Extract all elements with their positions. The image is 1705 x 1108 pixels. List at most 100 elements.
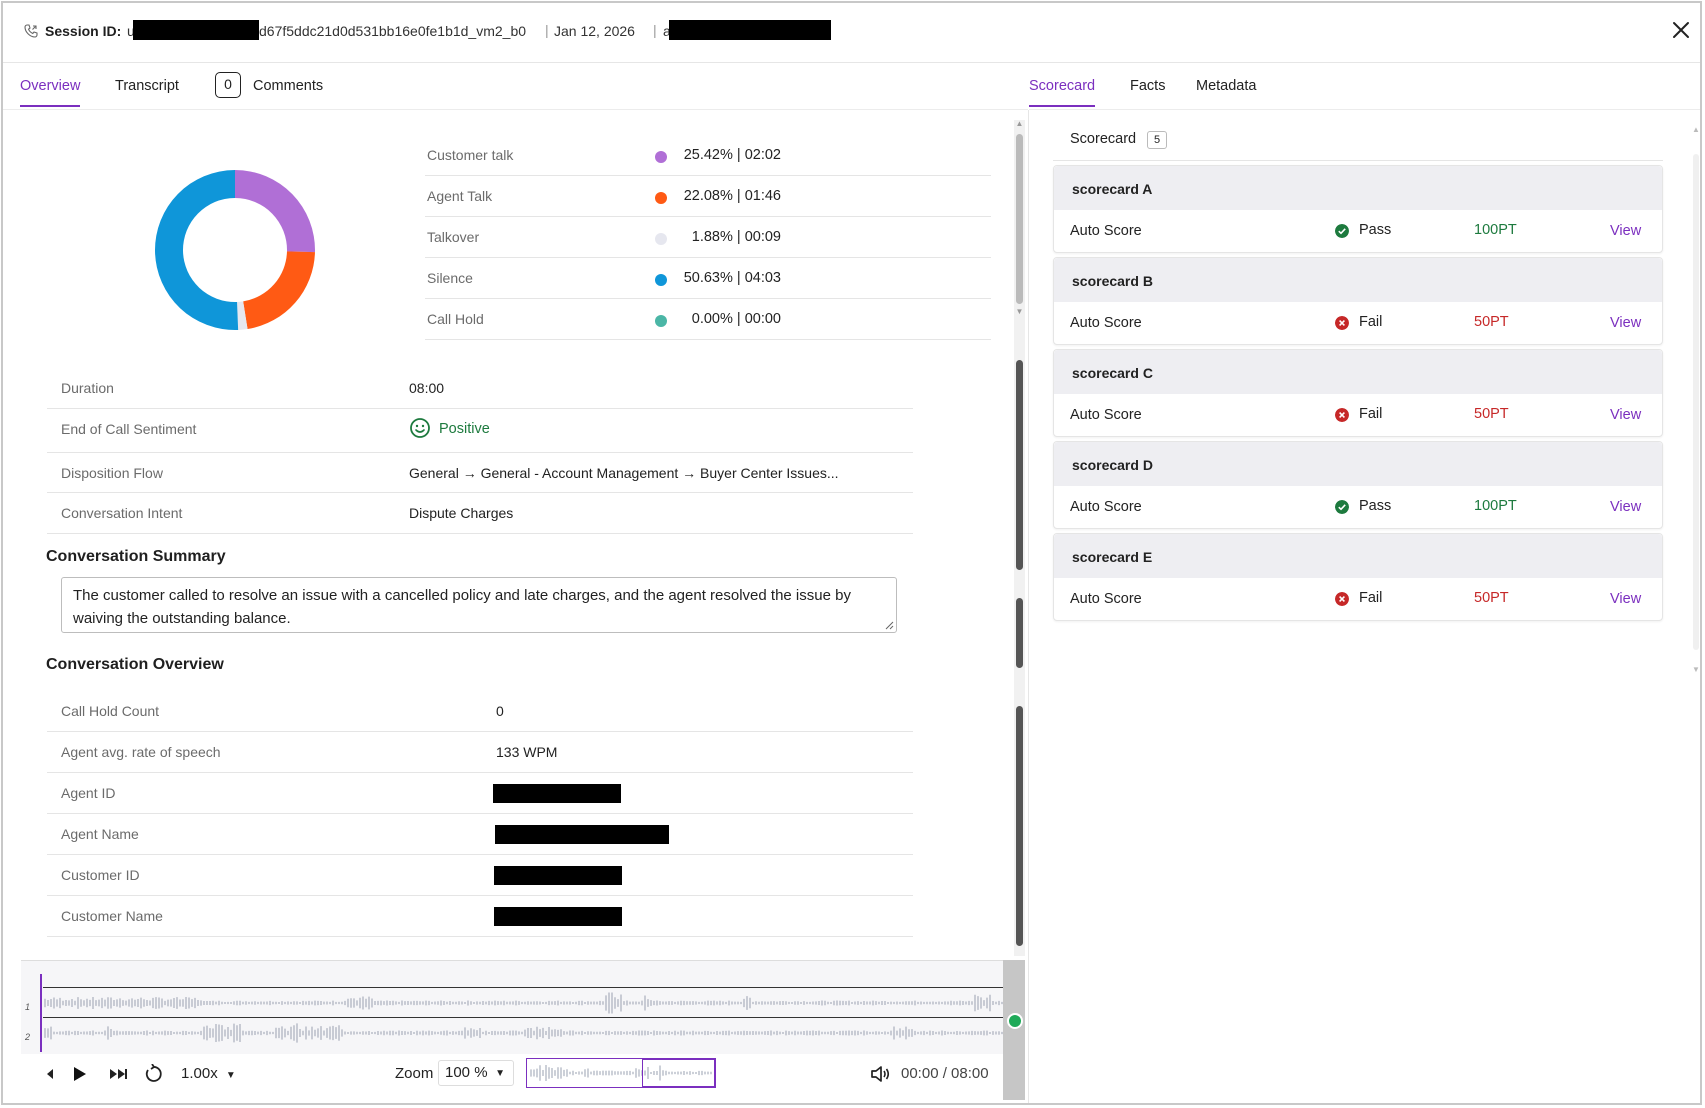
view-scorecard-link[interactable]: View	[1610, 407, 1641, 423]
legend-row: Silence 50.63% | 04:03	[425, 258, 991, 299]
session-id-value: d67f5ddc21d0d531bb16e0fe1b1d_vm2_b0	[259, 23, 527, 39]
overview-scrollbar[interactable]: ▲ ▼	[1014, 120, 1025, 956]
view-scorecard-link[interactable]: View	[1610, 315, 1641, 331]
legend-label: Talkover	[427, 229, 480, 245]
fast-forward-icon[interactable]	[107, 1064, 129, 1084]
zoom-label: Zoom	[395, 1065, 434, 1082]
scrollbar-thumb[interactable]	[1693, 154, 1699, 650]
skip-back-icon[interactable]	[43, 1064, 57, 1084]
summary-textarea[interactable]: The customer called to resolve an issue …	[61, 577, 897, 633]
scroll-down-icon[interactable]: ▼	[1015, 308, 1024, 316]
legend-color-dot	[655, 274, 667, 286]
redacted-agent-id	[493, 784, 621, 803]
scrollbar-thumb[interactable]	[1016, 134, 1023, 304]
legend-label: Agent Talk	[427, 188, 493, 204]
score-points: 100PT	[1474, 222, 1517, 238]
disposition-value: General → General - Account Management →…	[409, 465, 839, 481]
zoom-select[interactable]: 100 % ▼	[438, 1060, 514, 1086]
customer-name-row: Customer Name	[47, 896, 913, 937]
disposition-row: Disposition Flow General → General - Acc…	[47, 453, 913, 493]
scorecard-card: scorecard D Auto Score Pass 100PT View	[1053, 441, 1663, 529]
scorecard-card-header: scorecard C	[1054, 350, 1662, 394]
tab-comments[interactable]: Comments	[253, 78, 323, 94]
replay-icon[interactable]	[143, 1064, 163, 1084]
donut-slice-customer-talk	[235, 170, 315, 253]
sentiment-value: Positive	[439, 421, 490, 437]
legend-label: Customer talk	[427, 147, 514, 163]
track-divider	[43, 1017, 1003, 1018]
sentiment-label: End of Call Sentiment	[61, 421, 197, 437]
redacted-user	[669, 20, 831, 40]
track-1-label: 1	[25, 1002, 31, 1012]
scrollbar-track-segment	[1016, 598, 1023, 668]
agent-name-label: Agent Name	[61, 826, 139, 842]
header-separator: |	[545, 22, 549, 38]
dialog-header: Session ID: u d67f5ddc21d0d531bb16e0fe1b…	[3, 3, 1700, 63]
legend-row: Customer talk 25.42% | 02:02	[425, 135, 991, 176]
track-2-label: 2	[25, 1032, 31, 1042]
scorecard-scrollbar[interactable]: ▲ ▼	[1691, 126, 1700, 674]
legend-row: Agent Talk 22.08% | 01:46	[425, 176, 991, 217]
view-scorecard-link[interactable]: View	[1610, 223, 1641, 239]
chevron-down-icon: ▼	[495, 1068, 505, 1079]
scorecard-count-badge: 5	[1147, 131, 1167, 149]
resize-handle-icon[interactable]	[884, 620, 894, 630]
volume-icon[interactable]	[869, 1064, 891, 1084]
legend-color-dot	[655, 233, 667, 245]
scorecard-title: scorecard C	[1072, 365, 1153, 381]
agent-name-row: Agent Name	[47, 814, 913, 855]
redacted-agent-name	[495, 825, 669, 844]
close-icon[interactable]	[1670, 19, 1692, 41]
scorecard-card-header: scorecard E	[1054, 534, 1662, 578]
customer-name-label: Customer Name	[61, 908, 163, 924]
scrollbar-track-segment	[1016, 360, 1023, 570]
legend-row: Call Hold 0.00% | 00:00	[425, 299, 991, 340]
agent-id-label: Agent ID	[61, 785, 116, 801]
hold-count-value: 0	[496, 703, 504, 719]
redacted-customer-id	[494, 866, 622, 885]
tab-metadata[interactable]: Metadata	[1196, 78, 1256, 94]
scorecard-card: scorecard C Auto Score Fail 50PT View	[1053, 349, 1663, 437]
scroll-down-icon[interactable]: ▼	[1691, 666, 1700, 674]
customer-id-label: Customer ID	[61, 867, 140, 883]
waveform-minimap[interactable]	[526, 1058, 716, 1088]
score-points: 50PT	[1474, 314, 1509, 330]
score-type: Auto Score	[1070, 223, 1142, 239]
legend-row: Talkover 1.88% | 00:09	[425, 217, 991, 258]
minimap-viewport[interactable]	[642, 1059, 715, 1087]
left-tab-bar: Overview Transcript 0 Comments	[3, 64, 1028, 110]
tab-facts[interactable]: Facts	[1130, 78, 1165, 94]
summary-text: The customer called to resolve an issue …	[73, 587, 851, 627]
playback-speed-select[interactable]: 1.00x ▼	[181, 1065, 236, 1082]
tab-overview[interactable]: Overview	[20, 78, 81, 107]
score-status: Fail	[1359, 590, 1383, 606]
track-1-waveform	[44, 992, 1003, 1014]
comment-marker-icon[interactable]	[1007, 1013, 1023, 1029]
scorecard-card: scorecard B Auto Score Fail 50PT View	[1053, 257, 1663, 345]
session-dialog: Session ID: u d67f5ddc21d0d531bb16e0fe1b…	[1, 1, 1702, 1105]
donut-slice-agent-talk	[243, 251, 315, 330]
speech-rate-value: 133 WPM	[496, 744, 558, 760]
hold-count-label: Call Hold Count	[61, 703, 160, 719]
track-2-waveform	[44, 1023, 1003, 1043]
scroll-up-icon[interactable]: ▲	[1015, 120, 1024, 128]
scorecard-panel: Scorecard 5 scorecard A Auto Score Pass 100…	[1029, 110, 1700, 1103]
check-circle-icon	[1335, 500, 1349, 514]
score-type: Auto Score	[1070, 407, 1142, 423]
view-scorecard-link[interactable]: View	[1610, 499, 1641, 515]
tab-scorecard[interactable]: Scorecard	[1029, 78, 1096, 107]
donut-slice-silence	[155, 170, 239, 330]
scorecard-card-body: Auto Score Pass 100PT View	[1054, 486, 1662, 530]
scorecard-heading: Scorecard	[1070, 131, 1137, 147]
overview-panel: Customer talk 25.42% | 02:02 Agent Talk 22.…	[3, 110, 1028, 1103]
tab-transcript[interactable]: Transcript	[115, 78, 179, 94]
scroll-up-icon[interactable]: ▲	[1691, 126, 1700, 134]
score-status: Pass	[1359, 222, 1392, 238]
session-date: Jan 12, 2026	[554, 23, 635, 39]
agent-id-row: Agent ID	[47, 773, 913, 814]
view-scorecard-link[interactable]: View	[1610, 591, 1641, 607]
playhead[interactable]	[40, 974, 42, 1052]
play-icon[interactable]	[69, 1064, 89, 1084]
chevron-down-icon: ▼	[225, 1070, 236, 1081]
scorecard-card-body: Auto Score Fail 50PT View	[1054, 578, 1662, 622]
